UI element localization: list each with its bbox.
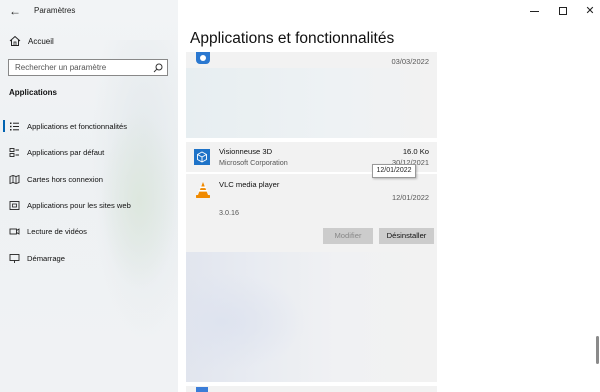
app-name: VLC media player <box>219 180 280 189</box>
cube-3d-icon <box>194 149 210 165</box>
sidebar-item-label: Applications par défaut <box>27 147 105 157</box>
sidebar-item-default-apps[interactable]: Applications par défaut <box>0 142 178 162</box>
sidebar-item-offline-maps[interactable]: Cartes hors connexion <box>0 169 178 189</box>
sidebar-item-label: Démarrage <box>27 253 65 263</box>
blurred-content <box>186 68 437 138</box>
sidebar-item-video-playback[interactable]: Lecture de vidéos <box>0 221 178 241</box>
close-icon: ✕ <box>585 5 595 17</box>
web-apps-icon <box>9 200 20 210</box>
scrollbar-thumb[interactable] <box>596 336 599 364</box>
app-list-item[interactable] <box>186 386 437 392</box>
app-version: 3.0.16 <box>219 208 239 217</box>
sidebar-item-label: Lecture de vidéos <box>27 226 87 236</box>
selection-indicator <box>3 120 5 132</box>
modify-button[interactable]: Modifier <box>323 228 373 244</box>
sidebar: Accueil Rechercher un paramètre Applicat… <box>0 0 178 392</box>
uninstall-button[interactable]: Désinstaller <box>379 228 434 244</box>
vlc-cone-icon <box>196 182 210 198</box>
map-icon <box>9 174 20 184</box>
back-button[interactable]: ← <box>6 3 24 19</box>
sidebar-item-startup[interactable]: Démarrage <box>0 248 178 268</box>
sidebar-item-apps-features[interactable]: Applications et fonctionnalités <box>0 116 178 136</box>
search-icon[interactable] <box>153 63 163 73</box>
close-button[interactable]: ✕ <box>582 3 598 19</box>
sidebar-item-label: Applications pour les sites web <box>27 200 131 210</box>
video-icon <box>9 227 20 235</box>
sidebar-item-label: Cartes hors connexion <box>27 174 103 184</box>
sidebar-item-web-apps[interactable]: Applications pour les sites web <box>0 195 178 215</box>
home-label: Accueil <box>28 36 54 46</box>
page-title: Applications et fonctionnalités <box>190 30 395 47</box>
blurred-content <box>186 272 306 372</box>
search-input[interactable]: Rechercher un paramètre <box>8 59 168 76</box>
date-tooltip: 12/01/2022 <box>372 164 416 178</box>
section-title: Applications <box>9 88 58 97</box>
minimize-icon <box>529 10 539 12</box>
maximize-button[interactable] <box>555 3 571 19</box>
sidebar-item-label: Applications et fonctionnalités <box>27 121 128 131</box>
app-name: Visionneuse 3D <box>219 147 273 156</box>
app-list-item[interactable]: 03/03/2022 <box>186 52 437 138</box>
title-bar: ← Paramètres ✕ <box>0 0 600 24</box>
startup-icon <box>9 253 20 263</box>
app-publisher: Microsoft Corporation <box>219 158 288 167</box>
app-size: 16.0 Ko <box>402 147 429 156</box>
search-placeholder: Rechercher un paramètre <box>15 63 107 72</box>
main-content: Applications et fonctionnalités 03/03/20… <box>178 24 600 392</box>
home-icon <box>9 35 21 46</box>
app-icon <box>196 387 208 392</box>
app-date: 12/01/2022 <box>392 193 429 202</box>
app-date: 03/03/2022 <box>391 57 429 66</box>
home-link[interactable]: Accueil <box>9 35 54 47</box>
maximize-icon <box>559 7 567 15</box>
list-icon <box>10 122 19 130</box>
app-icon <box>196 52 210 64</box>
app-list-item[interactable] <box>186 252 437 382</box>
default-apps-icon <box>9 147 19 157</box>
window-title: Paramètres <box>34 6 76 15</box>
minimize-button[interactable] <box>526 3 542 19</box>
